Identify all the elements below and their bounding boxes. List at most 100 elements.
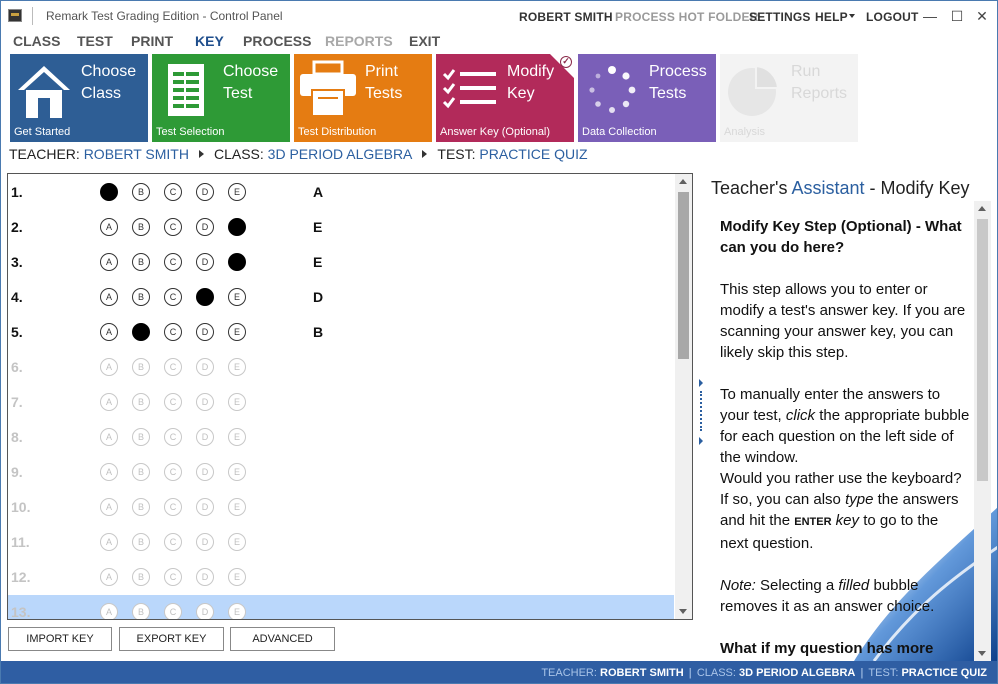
answer-bubble[interactable]: A [100, 603, 118, 619]
question-row[interactable]: 4. A B C D E D [8, 280, 674, 315]
answer-bubble[interactable]: E [228, 323, 246, 341]
question-row[interactable]: 6. A B C D E [8, 350, 674, 385]
answer-bubble[interactable]: A [100, 428, 118, 446]
settings-link[interactable]: SETTINGS [749, 10, 811, 24]
scroll-down-icon[interactable] [978, 651, 986, 656]
answer-bubble[interactable]: B [132, 463, 150, 481]
question-row[interactable]: 8. A B C D E [8, 420, 674, 455]
answer-bubble[interactable]: E [228, 253, 246, 271]
question-row[interactable]: 7. A B C D E [8, 385, 674, 420]
advanced-button[interactable]: ADVANCED [230, 627, 335, 651]
answer-bubble[interactable]: D [196, 218, 214, 236]
answer-bubble[interactable]: C [164, 533, 182, 551]
answer-bubble[interactable]: B [132, 323, 150, 341]
answer-bubble[interactable]: A [100, 218, 118, 236]
menu-class[interactable]: CLASS [13, 33, 60, 49]
question-row[interactable]: 3. A B C D E E [8, 245, 674, 280]
answer-bubble[interactable]: E [228, 533, 246, 551]
answer-bubble[interactable]: B [132, 183, 150, 201]
app-icon[interactable] [8, 9, 22, 22]
menu-reports[interactable]: REPORTS [325, 33, 393, 49]
answer-bubble[interactable]: C [164, 218, 182, 236]
answer-bubble[interactable]: B [132, 533, 150, 551]
answer-bubble[interactable]: E [228, 603, 246, 619]
question-row[interactable]: 5. A B C D E B [8, 315, 674, 350]
menu-key[interactable]: KEY [195, 33, 224, 49]
answer-bubble[interactable]: A [100, 568, 118, 586]
answer-bubble[interactable]: D [196, 428, 214, 446]
answer-bubble[interactable]: B [132, 498, 150, 516]
collapse-arrow-icon[interactable] [699, 437, 703, 445]
answer-bubble[interactable]: B [132, 568, 150, 586]
question-row[interactable]: 10. A B C D E [8, 490, 674, 525]
answer-bubble[interactable]: C [164, 568, 182, 586]
answer-bubble[interactable]: D [196, 498, 214, 516]
answer-bubble[interactable]: E [228, 218, 246, 236]
expand-arrow-icon[interactable] [699, 379, 703, 387]
answer-bubble[interactable]: B [132, 393, 150, 411]
maximize-button[interactable]: ☐ [948, 7, 966, 25]
answer-bubble[interactable]: A [100, 288, 118, 306]
answer-bubble[interactable]: C [164, 393, 182, 411]
import-key-button[interactable]: IMPORT KEY [8, 627, 112, 651]
menu-test[interactable]: TEST [77, 33, 113, 49]
answer-bubble[interactable]: A [100, 393, 118, 411]
question-row[interactable]: 13. A B C D E [8, 595, 674, 619]
answer-bubble[interactable]: A [100, 253, 118, 271]
answer-bubble[interactable]: C [164, 428, 182, 446]
answer-bubble[interactable]: A [100, 323, 118, 341]
answer-bubble[interactable]: D [196, 568, 214, 586]
export-key-button[interactable]: EXPORT KEY [119, 627, 224, 651]
answer-bubble[interactable]: D [196, 253, 214, 271]
scroll-down-icon[interactable] [679, 609, 687, 614]
answer-bubble[interactable]: E [228, 463, 246, 481]
answer-bubble[interactable]: D [196, 183, 214, 201]
scrollbar-thumb[interactable] [678, 192, 689, 359]
answer-bubble[interactable]: B [132, 428, 150, 446]
assistant-scrollbar[interactable] [974, 201, 991, 661]
tile-choose-class[interactable]: Choose Class Get Started [10, 54, 148, 142]
splitter-grip[interactable] [700, 391, 702, 431]
answer-bubble[interactable]: D [196, 603, 214, 619]
panel-splitter[interactable] [699, 169, 703, 659]
answer-bubble[interactable]: B [132, 218, 150, 236]
answer-bubble[interactable]: A [100, 358, 118, 376]
answer-bubble[interactable]: B [132, 288, 150, 306]
answer-bubble[interactable]: C [164, 288, 182, 306]
answer-bubble[interactable]: A [100, 183, 118, 201]
logout-link[interactable]: LOGOUT [866, 10, 919, 24]
answer-bubble[interactable]: D [196, 463, 214, 481]
breadcrumb-test[interactable]: PRACTICE QUIZ [479, 146, 587, 162]
question-row[interactable]: 12. A B C D E [8, 560, 674, 595]
answer-bubble[interactable]: E [228, 428, 246, 446]
menu-print[interactable]: PRINT [131, 33, 173, 49]
question-row[interactable]: 11. A B C D E [8, 525, 674, 560]
help-dropdown-icon[interactable] [849, 14, 855, 18]
process-hot-folder-link[interactable]: PROCESS HOT FOLDER [615, 10, 759, 24]
answer-bubble[interactable]: C [164, 253, 182, 271]
answer-bubble[interactable]: E [228, 288, 246, 306]
breadcrumb-teacher[interactable]: ROBERT SMITH [84, 146, 189, 162]
answer-bubble[interactable]: E [228, 498, 246, 516]
answer-bubble[interactable]: A [100, 533, 118, 551]
answer-bubble[interactable]: C [164, 463, 182, 481]
answer-bubble[interactable]: C [164, 358, 182, 376]
menu-process[interactable]: PROCESS [243, 33, 311, 49]
answer-bubble[interactable]: E [228, 568, 246, 586]
question-row[interactable]: 1. A B C D E A [8, 175, 674, 210]
answer-bubble[interactable]: A [100, 498, 118, 516]
answer-bubble[interactable]: B [132, 603, 150, 619]
answer-bubble[interactable]: C [164, 498, 182, 516]
help-link[interactable]: HELP [815, 10, 848, 24]
answer-bubble[interactable]: C [164, 183, 182, 201]
answer-bubble[interactable]: D [196, 533, 214, 551]
answer-bubble[interactable]: C [164, 603, 182, 619]
answer-bubble[interactable]: D [196, 393, 214, 411]
answer-bubble[interactable]: B [132, 253, 150, 271]
answer-bubble[interactable]: D [196, 323, 214, 341]
close-button[interactable]: ✕ [973, 7, 991, 25]
minimize-button[interactable]: — [921, 7, 939, 25]
answer-bubble[interactable]: B [132, 358, 150, 376]
menu-exit[interactable]: EXIT [409, 33, 440, 49]
answer-key-scrollbar[interactable] [675, 174, 692, 619]
